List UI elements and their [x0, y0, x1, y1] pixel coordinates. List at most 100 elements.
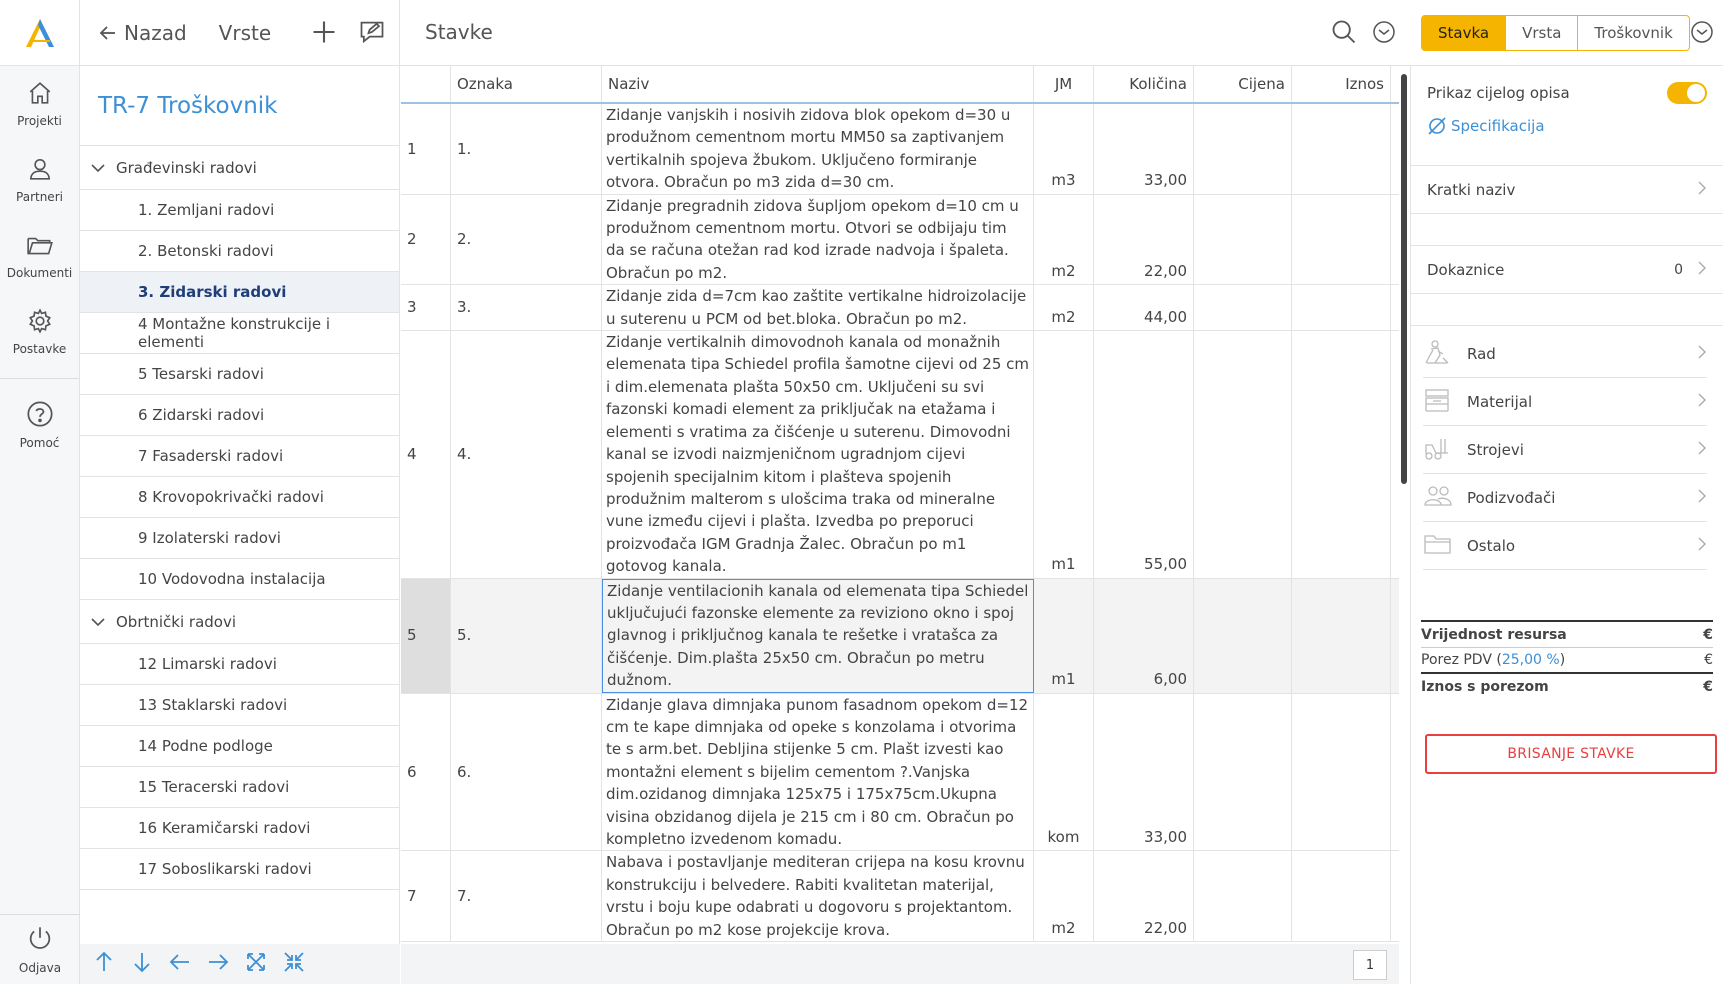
naziv-cell[interactable]: Zidanje vertikalnih dimovodnoh kanala od…	[602, 331, 1034, 578]
iznos-cell[interactable]	[1292, 331, 1391, 578]
move-down-button[interactable]	[130, 950, 154, 978]
resource-row-rad[interactable]: Rad	[1423, 330, 1707, 378]
spec-link[interactable]: Specifikacija	[1427, 116, 1707, 136]
table-row[interactable]: 5 5. Zidanje ventilacionih kanala od eleme…	[401, 578, 1399, 694]
show-full-desc-toggle[interactable]	[1667, 82, 1707, 104]
tree-item[interactable]: 17 Soboslikarski radovi	[80, 849, 399, 890]
scrollbar-thumb[interactable]	[1401, 74, 1407, 484]
app-logo[interactable]	[0, 0, 79, 66]
resource-row-podizvođači[interactable]: Podizvođači	[1423, 474, 1707, 522]
kolicina-cell[interactable]: 33,00	[1094, 693, 1194, 851]
jm-cell[interactable]: m1	[1034, 578, 1094, 693]
move-right-button[interactable]	[206, 950, 230, 978]
row-number-cell[interactable]: 7	[401, 851, 451, 942]
move-left-button[interactable]	[168, 950, 192, 978]
table-scrollbar[interactable]	[1399, 66, 1409, 984]
tree-item[interactable]: 10 Vodovodna instalacija	[80, 559, 399, 600]
table-row[interactable]: 7 7. Nabava i postavljanje mediteran crije…	[401, 851, 1399, 942]
tree-item[interactable]: 9 Izolaterski radovi	[80, 518, 399, 559]
kolicina-cell[interactable]: 22,00	[1094, 851, 1194, 942]
resource-row-strojevi[interactable]: Strojevi	[1423, 426, 1707, 474]
rail-partneri[interactable]: Partneri	[0, 142, 79, 218]
col-header-num[interactable]	[401, 66, 451, 102]
table-row[interactable]: 2 2. Zidanje pregradnih zidova šupljom ope…	[401, 194, 1399, 286]
row-number-cell[interactable]: 5	[401, 578, 451, 693]
row-number-cell[interactable]: 4	[401, 331, 451, 578]
vat-rate-link[interactable]: 25,00 %	[1502, 652, 1560, 668]
tree-item[interactable]: 13 Staklarski radovi	[80, 685, 399, 726]
col-header-naziv[interactable]: Naziv	[602, 66, 1034, 102]
delete-item-button[interactable]: BRISANJE STAVKE	[1425, 734, 1717, 774]
oznaka-cell[interactable]: 4.	[451, 331, 602, 578]
tab-vrsta[interactable]: Vrsta	[1506, 16, 1579, 50]
row-number-cell[interactable]: 6	[401, 693, 451, 851]
table-row[interactable]: 6 6. Zidanje glava dimnjaka punom fasadnom…	[401, 693, 1399, 852]
tree-item[interactable]: 4 Montažne konstrukcije i elementi	[80, 313, 399, 354]
col-header-oznaka[interactable]: Oznaka	[451, 66, 602, 102]
filter-dropdown-button[interactable]	[1372, 20, 1396, 48]
rail-pomoc[interactable]: Pomoć	[0, 387, 79, 463]
cijena-cell[interactable]	[1194, 194, 1292, 285]
naziv-cell[interactable]: Nabava i postavljanje mediteran crijepa …	[602, 851, 1034, 942]
tree-item[interactable]: 2. Betonski radovi	[80, 231, 399, 272]
search-button[interactable]	[1330, 18, 1358, 50]
iznos-cell[interactable]	[1292, 285, 1391, 331]
edit-note-button[interactable]	[358, 18, 386, 50]
iznos-cell[interactable]	[1292, 851, 1391, 942]
back-button[interactable]: Nazad	[98, 21, 187, 45]
add-button[interactable]	[310, 18, 338, 50]
cijena-cell[interactable]	[1194, 104, 1292, 194]
tree-item[interactable]: 15 Teracerski radovi	[80, 767, 399, 808]
iznos-cell[interactable]	[1292, 578, 1391, 693]
naziv-cell[interactable]: Zidanje pregradnih zidova šupljom opekom…	[602, 194, 1034, 285]
tree-item[interactable]: 3. Zidarski radovi	[80, 272, 399, 313]
row-number-cell[interactable]: 2	[401, 194, 451, 285]
rail-dokumenti[interactable]: Dokumenti	[0, 218, 79, 294]
tree-group[interactable]: Građevinski radovi	[80, 146, 399, 190]
naziv-cell[interactable]: Zidanje vanjskih i nosivih zidova blok o…	[602, 104, 1034, 194]
tree-item[interactable]: 8 Krovopokrivački radovi	[80, 477, 399, 518]
move-up-button[interactable]	[92, 950, 116, 978]
jm-cell[interactable]: m2	[1034, 194, 1094, 285]
col-header-jm[interactable]: JM	[1034, 66, 1094, 102]
cijena-cell[interactable]	[1194, 578, 1292, 693]
tree-item[interactable]: 16 Keramičarski radovi	[80, 808, 399, 849]
iznos-cell[interactable]	[1292, 104, 1391, 194]
kolicina-cell[interactable]: 22,00	[1094, 194, 1194, 285]
tree-item[interactable]: 7 Fasaderski radovi	[80, 436, 399, 477]
jm-cell[interactable]: m1	[1034, 331, 1094, 578]
naziv-cell[interactable]: Zidanje zida d=7cm kao zaštite vertikaln…	[602, 285, 1034, 331]
table-row[interactable]: 1 1. Zidanje vanjskih i nosivih zidova blo…	[401, 104, 1399, 195]
collapse-all-button[interactable]	[282, 950, 306, 978]
expand-all-button[interactable]	[244, 950, 268, 978]
resource-row-materijal[interactable]: Materijal	[1423, 378, 1707, 426]
cijena-cell[interactable]	[1194, 851, 1292, 942]
tree-group[interactable]: Obrtnički radovi	[80, 600, 399, 644]
naziv-cell[interactable]: Zidanje ventilacionih kanala od elemenat…	[602, 578, 1034, 693]
tree-item[interactable]: 1. Zemljani radovi	[80, 190, 399, 231]
tree-item[interactable]: 12 Limarski radovi	[80, 644, 399, 685]
oznaka-cell[interactable]: 5.	[451, 578, 602, 693]
table-row[interactable]: 4 4. Zidanje vertikalnih dimovodnoh kanala…	[401, 331, 1399, 579]
oznaka-cell[interactable]: 6.	[451, 693, 602, 851]
iznos-cell[interactable]	[1292, 194, 1391, 285]
cijena-cell[interactable]	[1194, 331, 1292, 578]
jm-cell[interactable]: kom	[1034, 693, 1094, 851]
table-row[interactable]: 3 3. Zidanje zida d=7cm kao zaštite vertik…	[401, 285, 1399, 332]
kolicina-cell[interactable]: 44,00	[1094, 285, 1194, 331]
cijena-cell[interactable]	[1194, 693, 1292, 851]
oznaka-cell[interactable]: 1.	[451, 104, 602, 194]
kolicina-cell[interactable]: 55,00	[1094, 331, 1194, 578]
naziv-cell[interactable]: Zidanje glava dimnjaka punom fasadnom op…	[602, 693, 1034, 851]
rail-projekti[interactable]: Projekti	[0, 66, 79, 142]
oznaka-cell[interactable]: 7.	[451, 851, 602, 942]
row-number-cell[interactable]: 3	[401, 285, 451, 331]
tab-stavka[interactable]: Stavka	[1422, 16, 1507, 50]
col-header-cijena[interactable]: Cijena	[1194, 66, 1292, 102]
logout-button[interactable]: Odjava	[0, 914, 80, 984]
page-number-button[interactable]: 1	[1353, 950, 1387, 980]
jm-cell[interactable]: m2	[1034, 285, 1094, 331]
oznaka-cell[interactable]: 3.	[451, 285, 602, 331]
jm-cell[interactable]: m2	[1034, 851, 1094, 942]
cijena-cell[interactable]	[1194, 285, 1292, 331]
